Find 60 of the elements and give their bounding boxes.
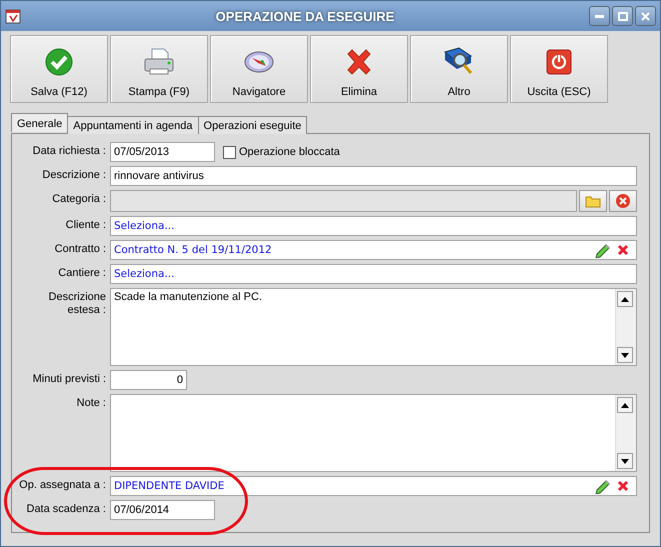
toolbar-button[interactable]: Altro [410,35,508,103]
down-arrow-icon [621,352,629,358]
minimize-icon [595,14,604,18]
printer-icon [142,47,176,77]
field-label: Descrizione : [41,168,106,183]
maximize-icon [618,12,628,20]
field-label: Cliente : [64,218,106,233]
category-field[interactable] [110,190,577,212]
clear-button[interactable] [609,190,637,212]
tab[interactable]: Generale [11,113,68,132]
field-label: Descrizione estesa : [48,290,106,318]
operazione-bloccata-checkbox[interactable]: Operazione bloccata [223,146,340,158]
scroll-up-button[interactable] [617,397,633,413]
scroll-down-button[interactable] [617,453,633,469]
field-label: Data scadenza : [26,502,106,517]
tab[interactable]: Appuntamenti in agenda [67,116,199,134]
lookup-field[interactable]: DIPENDENTE DAVIDE [110,476,637,496]
power-icon [546,49,572,75]
field-label: Categoria : [51,192,106,207]
clear-icon[interactable] [617,244,629,256]
maximize-button[interactable] [612,6,633,26]
toolbar-button[interactable]: Salva (F12) [10,35,108,103]
up-arrow-icon [621,296,629,302]
minimize-button[interactable] [589,6,610,26]
toolbar-button[interactable]: Navigatore [210,35,308,103]
compass-icon [243,49,275,75]
field-label: Cantiere : [57,266,106,281]
lookup-field[interactable]: Contratto N. 5 del 19/11/2012 [110,240,637,260]
up-arrow-icon [621,402,629,408]
number-field[interactable]: 0 [110,370,187,390]
field-label: Note : [76,396,106,411]
date-field[interactable]: 07/06/2014 [110,500,215,520]
pencil-icon[interactable] [595,242,611,258]
field-label: Op. assegnata a : [18,478,106,493]
app-icon [5,8,21,24]
folder-button[interactable] [579,190,607,212]
close-icon [641,12,650,20]
checkmark-icon [44,47,74,77]
tab[interactable]: Operazioni eseguite [198,116,308,134]
scroll-up-button[interactable] [617,291,633,307]
down-arrow-icon [621,458,629,464]
field-label: Minuti previsti : [32,372,106,387]
toolbar-button[interactable]: Uscita (ESC) [510,35,608,103]
memo-field[interactable]: Scade la manutenzione al PC. [110,288,637,366]
clear-icon[interactable] [617,480,629,492]
memo-field[interactable] [110,394,637,472]
toolbar-button[interactable]: Elimina [310,35,408,103]
field-label: Data richiesta : [32,144,106,159]
pencil-icon[interactable] [595,478,611,494]
window-title: OPERAZIONE DA ESEGUIRE [214,8,396,24]
clear-icon [615,193,631,209]
folder-icon [585,194,601,208]
text-field[interactable]: rinnovare antivirus [110,166,637,186]
lookup-field[interactable]: Seleziona... [110,216,637,236]
scroll-down-button[interactable] [617,347,633,363]
lookup-field[interactable]: Seleziona... [110,264,637,284]
close-button[interactable] [635,6,656,26]
toolbar-button[interactable]: Stampa (F9) [110,35,208,103]
date-field[interactable]: 07/05/2013 [110,142,215,162]
field-label: Contratto : [54,242,106,257]
